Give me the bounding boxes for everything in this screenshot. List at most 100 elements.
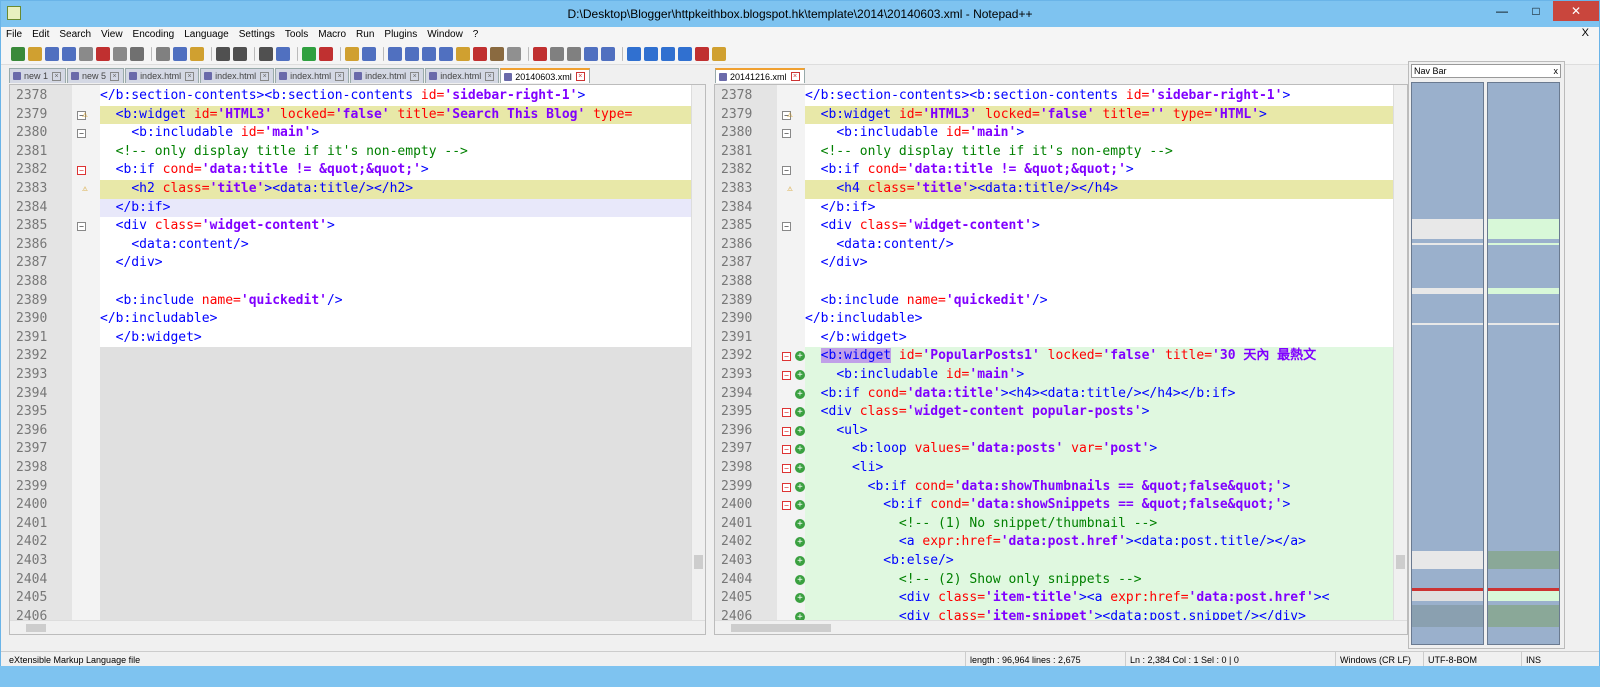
vertical-scrollbar[interactable] <box>1393 85 1407 634</box>
toolbar-button-icon[interactable] <box>627 46 641 61</box>
code-line[interactable]: 2380 − <b:includable id='main'> <box>715 124 1407 143</box>
tab-close-icon[interactable]: × <box>260 71 270 81</box>
code-line[interactable]: 2396 <box>10 422 705 441</box>
file-tab[interactable]: new 1 × <box>9 68 67 83</box>
file-tab[interactable]: 20141216.xml × <box>715 68 805 83</box>
code-line[interactable]: 2401 <box>10 515 705 534</box>
vertical-scrollbar[interactable] <box>691 85 705 634</box>
code-line[interactable]: 2379− ⚠ <b:widget id='HTML3' locked='fals… <box>10 105 705 125</box>
minimize-button[interactable]: — <box>1485 1 1519 21</box>
scroll-thumb[interactable] <box>1396 555 1405 569</box>
code-line[interactable]: 2381 <!-- only display title if it's non… <box>715 143 1407 162</box>
code-line[interactable]: 2389 <b:include name='quickedit'/> <box>10 292 705 311</box>
toolbar-button-icon[interactable] <box>405 46 419 61</box>
toolbar-button-icon[interactable] <box>533 46 547 61</box>
toolbar-button-icon[interactable] <box>233 46 247 61</box>
code-line[interactable]: 2390 </b:includable> <box>715 310 1407 329</box>
right-editor-pane[interactable]: 2378 </b:section-contents><b:section-cont… <box>714 84 1408 635</box>
code-line[interactable]: 2384 </b:if> <box>715 199 1407 218</box>
code-line[interactable]: 2378 </b:section-contents><b:section-cont… <box>10 87 705 106</box>
toolbar-button-icon[interactable] <box>567 46 581 61</box>
fold-toggle-icon[interactable]: − <box>782 222 791 232</box>
code-line[interactable]: 2394 <box>10 385 705 404</box>
code-line[interactable]: 2391 </b:widget> <box>10 329 705 348</box>
code-line[interactable]: 2402 <box>10 533 705 552</box>
toolbar-button-icon[interactable] <box>28 46 42 61</box>
file-tab[interactable]: new 5 × <box>67 68 125 83</box>
toolbar-button-icon[interactable] <box>45 46 59 61</box>
nav-map-right[interactable] <box>1487 82 1560 645</box>
menu-help[interactable]: ? <box>468 27 484 43</box>
menu-settings[interactable]: Settings <box>234 27 280 43</box>
code-line[interactable]: 2388 <box>715 273 1407 292</box>
file-tab[interactable]: index.html × <box>275 68 350 83</box>
code-line[interactable]: 2405 <box>10 589 705 608</box>
tab-close-icon[interactable]: × <box>185 71 195 81</box>
toolbar-button-icon[interactable] <box>130 46 144 61</box>
file-tab[interactable]: 20140603.xml × <box>500 68 590 83</box>
code-line[interactable]: 2378 </b:section-contents><b:section-cont… <box>715 87 1407 106</box>
code-line[interactable]: 2385 − <div class='widget-content'> <box>715 217 1407 236</box>
code-line[interactable]: 2380 − <b:includable id='main'> <box>10 124 705 143</box>
code-line[interactable]: 2382 − <b:if cond='data:title != &quot;&q… <box>10 161 705 180</box>
toolbar-button-icon[interactable] <box>695 46 709 61</box>
tab-close-icon[interactable]: × <box>110 71 120 81</box>
code-line[interactable]: 2390 </b:includable> <box>10 310 705 329</box>
toolbar-button-icon[interactable] <box>156 46 170 61</box>
code-line[interactable]: 2398 <box>10 459 705 478</box>
code-line[interactable]: 2404 + <!-- (2) Show only snippets --> <box>715 570 1407 590</box>
menu-tools[interactable]: Tools <box>280 27 313 43</box>
code-line[interactable]: 2401 + <!-- (1) No snippet/thumbnail --> <box>715 514 1407 534</box>
fold-toggle-icon[interactable]: − <box>782 408 791 418</box>
toolbar-button-icon[interactable] <box>319 46 333 61</box>
horizontal-scrollbar[interactable] <box>715 620 1407 634</box>
code-line[interactable]: 2393 − + <b:includable id='main'> <box>715 366 1407 385</box>
code-line[interactable]: 2386 <data:content/> <box>715 236 1407 255</box>
code-line[interactable]: 2387 </div> <box>715 254 1407 273</box>
fold-toggle-icon[interactable]: − <box>782 129 791 139</box>
code-line[interactable]: 2403 + <b:else/> <box>715 552 1407 571</box>
close-document-button[interactable]: X <box>1582 27 1589 39</box>
fold-toggle-icon[interactable]: − <box>782 352 791 362</box>
code-line[interactable]: 2394 + <b:if cond='data:title'><h4><data:… <box>715 384 1407 404</box>
toolbar-button-icon[interactable] <box>388 46 402 61</box>
toolbar-button-icon[interactable] <box>456 46 470 61</box>
toolbar-button-icon[interactable] <box>362 46 376 61</box>
toolbar-button-icon[interactable] <box>259 46 273 61</box>
fold-toggle-icon[interactable]: − <box>782 445 791 455</box>
toolbar-button-icon[interactable] <box>302 46 316 61</box>
code-line[interactable]: 2403 <box>10 552 705 571</box>
code-line[interactable]: 2384 </b:if> <box>10 198 705 218</box>
nav-map-left[interactable] <box>1411 82 1484 645</box>
code-line[interactable]: 2383 ⚠ <h2 class='title'><data:title/></h… <box>10 180 705 199</box>
code-line[interactable]: 2399 − + <b:if cond='data:showThumbnails =… <box>715 477 1407 497</box>
code-line[interactable]: 2395 <box>10 403 705 422</box>
tab-close-icon[interactable]: × <box>575 72 585 81</box>
toolbar-button-icon[interactable] <box>712 46 726 61</box>
code-line[interactable]: 2400 <box>10 496 705 515</box>
toolbar-button-icon[interactable] <box>113 46 127 61</box>
file-tab[interactable]: index.html × <box>125 68 200 83</box>
code-line[interactable]: 2397 − + <b:loop values='data:posts' var='… <box>715 440 1407 459</box>
scroll-thumb[interactable] <box>731 624 831 632</box>
toolbar-button-icon[interactable] <box>216 46 230 61</box>
code-line[interactable]: 2405 + <div class='item-title'><a expr:hr… <box>715 589 1407 608</box>
tab-close-icon[interactable]: × <box>485 71 495 81</box>
code-line[interactable]: 2404 <box>10 571 705 590</box>
toolbar-button-icon[interactable] <box>345 46 359 61</box>
fold-toggle-icon[interactable]: − <box>782 501 791 511</box>
horizontal-scrollbar[interactable] <box>10 620 705 634</box>
fold-toggle-icon[interactable]: − <box>77 129 86 139</box>
toolbar-button-icon[interactable] <box>473 46 487 61</box>
fold-toggle-icon[interactable]: − <box>782 166 791 176</box>
code-line[interactable]: 2400 − + <b:if cond='data:showSnippets == … <box>715 496 1407 515</box>
toolbar-button-icon[interactable] <box>173 46 187 61</box>
code-line[interactable]: 2402 + <a expr:href='data:post.href'><dat… <box>715 533 1407 552</box>
toolbar-button-icon[interactable] <box>661 46 675 61</box>
menu-plugins[interactable]: Plugins <box>379 27 422 43</box>
code-line[interactable]: 2397 <box>10 440 705 459</box>
nav-bar-close-icon[interactable]: x <box>1554 65 1559 77</box>
code-line[interactable]: 2391 </b:widget> <box>715 329 1407 348</box>
file-tab[interactable]: index.html × <box>200 68 275 83</box>
toolbar-button-icon[interactable] <box>96 46 110 61</box>
